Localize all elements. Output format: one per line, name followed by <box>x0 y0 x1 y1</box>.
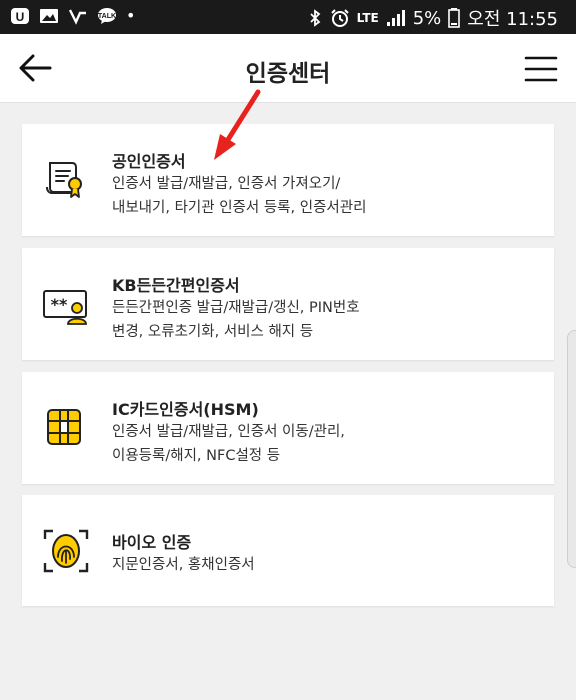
alarm-icon <box>330 9 349 27</box>
card-description: 인증서 발급/재발급, 인증서 가져오기/ 내보내기, 타기관 인증서 등록, … <box>112 176 367 216</box>
system-icons: LTE 5% 오전 11:55 <box>307 5 558 31</box>
card-kb-simple-certificate[interactable]: ** KB든든간편인증서 든든간편인증 발급/재발급/갱신, PIN번호 변경,… <box>22 248 554 360</box>
card-description: 든든간편인증 발급/재발급/갱신, PIN번호 변경, 오류초기화, 서비스 해… <box>112 300 360 340</box>
fingerprint-icon <box>43 529 89 573</box>
battery-percent: 5% <box>412 7 442 29</box>
svg-text:**: ** <box>51 295 68 314</box>
network-type: LTE <box>356 11 379 25</box>
card-description: 인증서 발급/재발급, 인증서 이동/관리, 이용등록/해지, NFC설정 등 <box>112 424 345 464</box>
battery-icon <box>448 8 461 28</box>
svg-text:TALK: TALK <box>98 13 116 20</box>
card-ic-card-certificate[interactable]: IC카드인증서(HSM) 인증서 발급/재발급, 인증서 이동/관리, 이용등록… <box>22 372 554 484</box>
more-notifications-dot: • <box>126 6 136 25</box>
svg-text:U: U <box>16 10 25 24</box>
notification-icons: U TALK • <box>10 6 135 25</box>
bluetooth-icon <box>310 9 321 27</box>
hamburger-icon <box>524 56 558 82</box>
talk-icon: TALK <box>98 7 116 24</box>
app-header: 인증센터 <box>0 34 576 103</box>
ic-chip-icon <box>47 409 81 445</box>
status-bar: U TALK • LTE 5% 오전 11:55 <box>0 0 576 34</box>
image-icon <box>40 8 58 23</box>
card-title: IC카드인증서(HSM) <box>112 400 259 419</box>
card-title: KB든든간편인증서 <box>112 276 240 295</box>
pin-user-icon: ** <box>43 290 87 325</box>
edge-panel-handle[interactable] <box>567 330 576 568</box>
page-title: 인증센터 <box>245 61 331 87</box>
signal-icon <box>386 10 405 26</box>
card-public-certificate[interactable]: 공인인증서 인증서 발급/재발급, 인증서 가져오기/ 내보내기, 타기관 인증… <box>22 124 554 236</box>
card-title: 공인인증서 <box>112 152 186 171</box>
annotation-arrow-icon <box>214 89 261 160</box>
clock: 오전 11:55 <box>467 9 558 30</box>
card-description: 지문인증서, 홍채인증서 <box>112 557 255 573</box>
menu-button[interactable] <box>524 48 558 88</box>
wifi-calling-icon <box>68 8 86 25</box>
card-title: 바이오 인증 <box>112 533 192 552</box>
certificate-icon <box>46 162 82 198</box>
u-plus-icon: U <box>11 7 29 24</box>
card-bio-authentication[interactable]: 바이오 인증 지문인증서, 홍채인증서 <box>22 495 554 606</box>
